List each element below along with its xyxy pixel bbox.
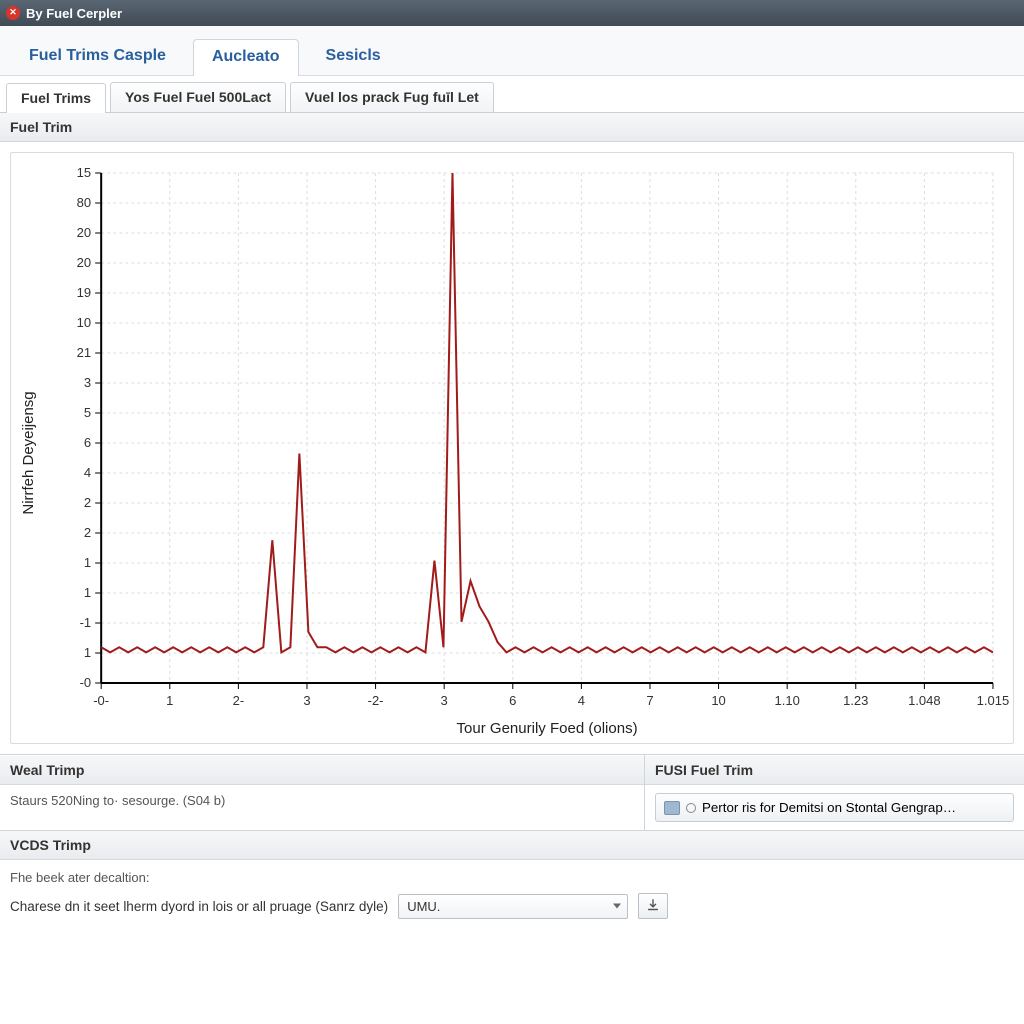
panel-title: VCDS Trimp — [10, 837, 91, 853]
svg-text:20: 20 — [77, 255, 91, 270]
svg-text:20: 20 — [77, 225, 91, 240]
svg-text:2: 2 — [84, 525, 91, 540]
document-icon — [664, 801, 680, 815]
panel-header-left: Weal Trimp — [0, 755, 644, 785]
svg-text:1.015: 1.015 — [977, 693, 1010, 708]
svg-text:1.23: 1.23 — [843, 693, 868, 708]
svg-text:-2-: -2- — [368, 693, 384, 708]
chevron-down-icon — [613, 904, 621, 909]
vcds-select-label: Charese dn it seet lherm dyord in lois o… — [10, 899, 388, 914]
svg-text:-0-: -0- — [93, 693, 109, 708]
window-titlebar: ✕ By Fuel Cerpler — [0, 0, 1024, 26]
tab-fuel-trims-casple[interactable]: Fuel Trims Casple — [10, 38, 185, 75]
subtab-label: Yos Fuel Fuel 500Lact — [125, 89, 271, 105]
panel-title: FUSI Fuel Trim — [655, 762, 753, 778]
svg-text:6: 6 — [509, 693, 516, 708]
tab-aucleato[interactable]: Aucleato — [193, 39, 299, 76]
panel-title: Weal Trimp — [10, 762, 84, 778]
panel-header-vcds: VCDS Trimp — [0, 830, 1024, 860]
svg-text:3: 3 — [303, 693, 310, 708]
svg-text:1: 1 — [84, 555, 91, 570]
svg-text:6: 6 — [84, 435, 91, 450]
subtab-label: Vuel los prack Fug fuīl Let — [305, 89, 479, 105]
secondary-tab-bar: Fuel Trims Yos Fuel Fuel 500Lact Vuel lo… — [0, 76, 1024, 113]
subtab-yos-fuel[interactable]: Yos Fuel Fuel 500Lact — [110, 82, 286, 112]
vcds-body: Fhe beek ater decaltion: Charese dn it s… — [0, 860, 1024, 931]
svg-text:5: 5 — [84, 405, 91, 420]
svg-text:19: 19 — [77, 285, 91, 300]
chart-container: 1580202019102135642211-11-0 -0-12-3-2-36… — [10, 152, 1014, 744]
tab-label: Fuel Trims Casple — [29, 47, 166, 64]
svg-text:1.048: 1.048 — [908, 693, 941, 708]
grid-vertical — [101, 173, 993, 683]
tab-label: Aucleato — [212, 48, 280, 65]
svg-text:-1: -1 — [80, 615, 92, 630]
button-label: Pertor ris for Demitsi on Stontal Gengra… — [702, 800, 956, 815]
subtab-vuel-los[interactable]: Vuel los prack Fug fuīl Let — [290, 82, 494, 112]
x-tick-labels: -0- 1 2- 3 -2- 3 6 4 7 10 1.10 1.23 1.048 1.015 — [93, 683, 1009, 708]
svg-text:7: 7 — [646, 693, 653, 708]
panel-header-right: FUSI Fuel Trim — [645, 755, 1024, 785]
svg-text:3: 3 — [84, 375, 91, 390]
section-title: Fuel Trim — [10, 119, 72, 135]
y-axis-title: Nirrfeh Deyeijensg — [20, 391, 37, 514]
panel-weal-trimp: Weal Trimp Staurs 520Ning to· sesourge. … — [0, 755, 644, 830]
svg-text:1.10: 1.10 — [774, 693, 799, 708]
vcds-select[interactable]: UMU. — [398, 894, 628, 919]
svg-text:2: 2 — [84, 495, 91, 510]
x-axis-title: Tour Genurily Foed (olions) — [457, 720, 638, 737]
download-icon — [646, 899, 660, 913]
svg-text:10: 10 — [77, 315, 91, 330]
select-value: UMU. — [407, 899, 440, 914]
svg-text:80: 80 — [77, 195, 91, 210]
svg-text:10: 10 — [711, 693, 725, 708]
radio-icon — [686, 803, 696, 813]
subtab-fuel-trims[interactable]: Fuel Trims — [6, 83, 106, 113]
svg-text:1: 1 — [166, 693, 173, 708]
y-tick-labels: 1580202019102135642211-11-0 — [77, 165, 102, 690]
svg-text:3: 3 — [441, 693, 448, 708]
svg-text:1: 1 — [84, 585, 91, 600]
svg-text:4: 4 — [578, 693, 585, 708]
svg-text:1: 1 — [84, 645, 91, 660]
svg-text:-0: -0 — [80, 675, 92, 690]
vcds-subtitle-text: Fhe beek ater decaltion: — [10, 870, 149, 885]
app-icon: ✕ — [6, 6, 20, 20]
vcds-subtitle: Fhe beek ater decaltion: — [10, 870, 1014, 885]
tab-sesicls[interactable]: Sesicls — [307, 38, 400, 75]
fuel-trim-chart: 1580202019102135642211-11-0 -0-12-3-2-36… — [11, 153, 1013, 743]
window-title: By Fuel Cerpler — [26, 6, 122, 21]
panel-fusi-fuel-trim: FUSI Fuel Trim Pertor ris for Demitsi on… — [644, 755, 1024, 830]
download-button[interactable] — [638, 893, 668, 919]
subtab-label: Fuel Trims — [21, 90, 91, 106]
tab-label: Sesicls — [326, 47, 381, 64]
pertor-button[interactable]: Pertor ris for Demitsi on Stontal Gengra… — [655, 793, 1014, 822]
vcds-label-text: Charese dn it seet lherm dyord in lois o… — [10, 899, 388, 914]
svg-text:15: 15 — [77, 165, 91, 180]
panel-text: Staurs 520Ning to· sesourge. (S04 b) — [10, 793, 225, 808]
svg-text:2-: 2- — [233, 693, 245, 708]
section-header-fuel-trim: Fuel Trim — [0, 113, 1024, 142]
primary-tab-bar: Fuel Trims Casple Aucleato Sesicls — [0, 26, 1024, 76]
svg-text:4: 4 — [84, 465, 91, 480]
grid-horizontal — [101, 173, 993, 683]
panel-body-left: Staurs 520Ning to· sesourge. (S04 b) — [0, 785, 644, 816]
bottom-panels-row: Weal Trimp Staurs 520Ning to· sesourge. … — [0, 754, 1024, 830]
svg-text:21: 21 — [77, 345, 91, 360]
